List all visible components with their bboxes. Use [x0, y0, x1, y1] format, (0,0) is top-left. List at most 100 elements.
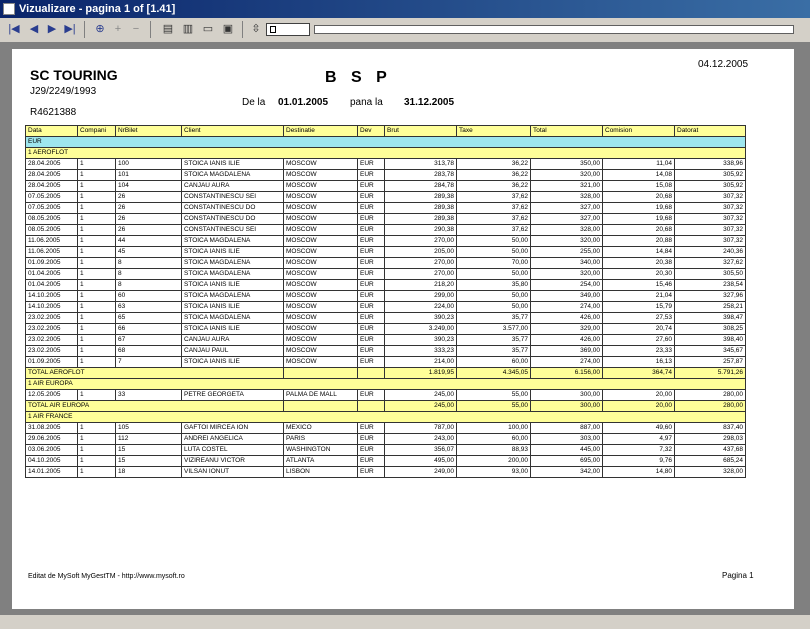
exit-icon[interactable]: ⇳ [248, 22, 264, 37]
table-cell: 18 [115, 466, 182, 478]
zoom-out-icon[interactable]: − [128, 22, 144, 37]
table-cell: 8 [115, 257, 182, 269]
table-cell: 1 [77, 422, 116, 434]
table-cell: 321,00 [530, 180, 603, 192]
table-cell: 305,50 [674, 268, 746, 280]
table-cell: 35,77 [456, 312, 531, 324]
table-cell: 340,00 [530, 257, 603, 269]
table-cell: EUR [357, 334, 385, 346]
table-cell: EUR [357, 466, 385, 478]
table-cell: EUR [357, 224, 385, 236]
window-titlebar: Vizualizare - pagina 1 of [1.41] [0, 0, 810, 18]
table-cell: 313,78 [384, 158, 457, 170]
table-cell: STOICA MAGDALENA [181, 235, 284, 247]
next-page-icon[interactable]: ▶ [44, 22, 60, 37]
preview-area[interactable]: SC TOURING J29/2249/1993 R4621388 B S P … [0, 43, 810, 614]
table-cell: 65 [115, 312, 182, 324]
print-setup-icon[interactable]: ▥ [180, 22, 196, 37]
table-cell: PARIS [283, 433, 358, 445]
table-cell: 15,79 [602, 301, 675, 313]
table-cell: 1 AIR EUROPA [25, 378, 746, 390]
table-cell: VIZIREANU VICTOR [181, 455, 284, 467]
table-row: 01.09.2005 1 8 STOICA MAGDALENA MOSCOW EUR 270… [25, 257, 746, 269]
table-cell: 37,62 [456, 202, 531, 214]
table-cell: VILSAN IONUT [181, 466, 284, 478]
table-cell: 50,00 [456, 301, 531, 313]
table-cell: 28.04.2005 [25, 169, 78, 181]
table-cell: 1 [77, 323, 116, 335]
page-marker-icon [270, 26, 276, 33]
table-cell: 45 [115, 246, 182, 258]
table-cell: 26 [115, 224, 182, 236]
table-cell: 327,96 [674, 290, 746, 302]
table-cell: 1 [77, 213, 116, 225]
table-cell: 1 [77, 444, 116, 456]
group-row: 1 AIR FRANCE [25, 411, 746, 423]
table-cell: STOICA MAGDALENA [181, 290, 284, 302]
table-cell: EUR [25, 136, 746, 148]
table-cell: 1 [77, 268, 116, 280]
table-cell: 3.249,00 [384, 323, 457, 335]
column-header: NrBilet [115, 125, 182, 137]
table-cell: 338,96 [674, 158, 746, 170]
table-cell: STOICA IANIS ILIE [181, 356, 284, 368]
zoom-icon[interactable]: ⊕ [92, 22, 108, 37]
table-cell: MOSCOW [283, 158, 358, 170]
status-bar [0, 614, 810, 629]
table-cell: 88,93 [456, 444, 531, 456]
table-cell: 205,00 [384, 246, 457, 258]
table-cell: 23.02.2005 [25, 323, 78, 335]
table-cell: 249,00 [384, 466, 457, 478]
table-cell: 284,78 [384, 180, 457, 192]
table-cell: 3.577,00 [456, 323, 531, 335]
table-row: 07.05.2005 1 26 CONSTANTINESCU SEI MOSCOW EUR… [25, 191, 746, 203]
total-row: TOTAL AEROFLOT 1.819,95 4.345,05 6.156,00 36… [25, 367, 746, 379]
print-date: 04.12.2005 [698, 59, 749, 70]
table-cell: MOSCOW [283, 301, 358, 313]
table-cell: 36,22 [456, 158, 531, 170]
table-cell: 1 [77, 433, 116, 445]
page-number: Pagina 1 [722, 571, 754, 580]
table-cell: 283,78 [384, 169, 457, 181]
table-cell: 328,00 [530, 191, 603, 203]
table-cell: 1 [77, 312, 116, 324]
column-header: Datorat [674, 125, 746, 137]
table-cell: MOSCOW [283, 356, 358, 368]
table-cell: 1 [77, 224, 116, 236]
table-cell: 27,53 [602, 312, 675, 324]
table-cell: 350,00 [530, 158, 603, 170]
footer-credit: Editat de MySoft MyGestTM - http://www.m… [28, 573, 185, 580]
table-cell: 04.10.2005 [25, 455, 78, 467]
table-cell: 1 [77, 202, 116, 214]
table-cell: 112 [115, 433, 182, 445]
table-cell: 390,23 [384, 334, 457, 346]
table-cell: STOICA MAGDALENA [181, 268, 284, 280]
page-selector[interactable] [266, 23, 310, 36]
window-title: Vizualizare - pagina 1 of [1.41] [19, 3, 176, 15]
table-cell: 255,00 [530, 246, 603, 258]
table-cell: 685,24 [674, 455, 746, 467]
first-page-icon[interactable]: |◀ [6, 22, 22, 37]
previous-page-icon[interactable]: ◀ [26, 22, 42, 37]
table-cell: 37,62 [456, 224, 531, 236]
print-icon[interactable]: ▤ [160, 22, 176, 37]
table-cell: 12.05.2005 [25, 389, 78, 401]
table-cell: 307,32 [674, 213, 746, 225]
page-slider[interactable] [314, 25, 794, 34]
table-cell: 307,32 [674, 191, 746, 203]
table-row: 28.04.2005 1 104 CANJAU AURA MOSCOW EUR 284,78… [25, 180, 746, 192]
table-cell: EUR [357, 290, 385, 302]
open-icon[interactable]: ▭ [200, 22, 216, 37]
table-cell: CONSTANTINESCU DO [181, 202, 284, 214]
table-cell: EUR [357, 312, 385, 324]
column-header: Total [530, 125, 603, 137]
table-cell: 245,00 [384, 389, 457, 401]
table-row: 28.04.2005 1 100 STOICA IANIS ILIE MOSCOW EUR… [25, 158, 746, 170]
table-cell: 14.01.2005 [25, 466, 78, 478]
report-title: B S P [325, 69, 392, 86]
save-icon[interactable]: ▣ [220, 22, 236, 37]
table-cell: 68 [115, 345, 182, 357]
table-cell [357, 400, 385, 412]
last-page-icon[interactable]: ▶| [62, 22, 78, 37]
zoom-in-icon[interactable]: + [110, 22, 126, 37]
